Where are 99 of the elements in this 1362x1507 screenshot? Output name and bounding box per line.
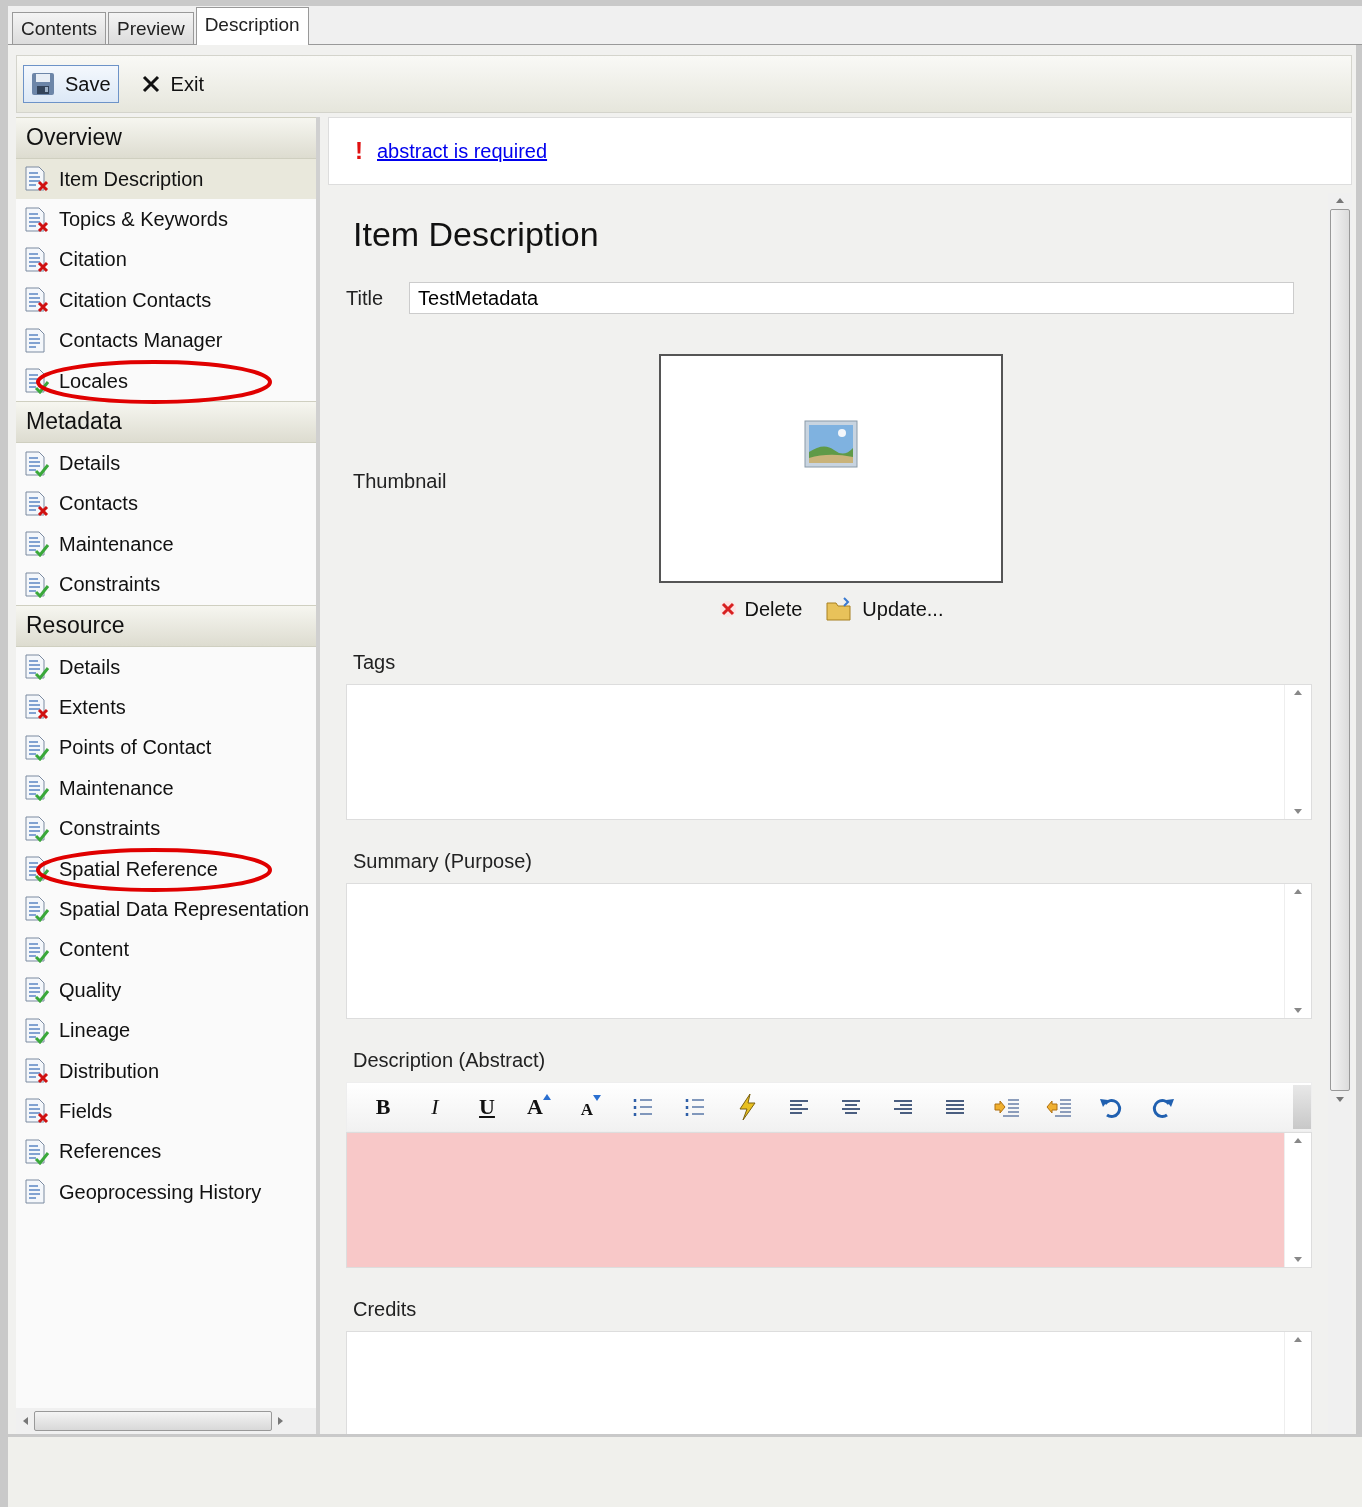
- down-arrow-icon[interactable]: [1294, 807, 1302, 815]
- tab[interactable]: Contents: [12, 12, 107, 44]
- up-arrow-icon[interactable]: [1294, 888, 1302, 896]
- caret-icon: [593, 1094, 602, 1101]
- document-check-icon: [24, 450, 50, 477]
- sidebar-item[interactable]: Distribution: [16, 1050, 316, 1092]
- toolbar-grip[interactable]: [1293, 1085, 1311, 1129]
- document-error-icon: [24, 490, 50, 517]
- up-arrow-icon[interactable]: [1336, 197, 1344, 205]
- left-arrow-icon[interactable]: [22, 1417, 30, 1425]
- bullet-list-icon: [633, 1096, 653, 1118]
- document-check-icon: [24, 654, 50, 681]
- sidebar-item[interactable]: Spatial Data Representation: [16, 889, 316, 930]
- sidebar-item[interactable]: Locales: [16, 360, 316, 402]
- align-center-icon: [840, 1097, 862, 1117]
- sidebar-item[interactable]: Content: [16, 929, 316, 971]
- sidebar-item[interactable]: Citation Contacts: [16, 280, 316, 321]
- error-link[interactable]: abstract is required: [377, 139, 548, 163]
- down-arrow-icon[interactable]: [1336, 1095, 1344, 1103]
- sidebar-item[interactable]: Item Description: [16, 159, 316, 200]
- document-check-icon: [24, 531, 50, 558]
- up-arrow-icon[interactable]: [1294, 1137, 1302, 1145]
- sidebar-item[interactable]: Lineage: [16, 1010, 316, 1051]
- italic-button[interactable]: I: [409, 1094, 461, 1120]
- document-check-icon: [24, 856, 50, 883]
- caret-icon: [542, 1094, 551, 1100]
- document-check-icon: [24, 815, 50, 842]
- sidebar-item[interactable]: Contacts Manager: [16, 320, 316, 361]
- document-error-icon: [24, 694, 50, 721]
- sidebar-item[interactable]: Points of Contact: [16, 727, 316, 769]
- section-header[interactable]: Metadata: [16, 401, 316, 444]
- outdent-icon: [1045, 1096, 1073, 1118]
- up-arrow-icon[interactable]: [1294, 689, 1302, 697]
- right-arrow-icon[interactable]: [276, 1417, 284, 1425]
- delete-button[interactable]: Delete: [718, 597, 803, 621]
- document-error-icon: [24, 287, 50, 314]
- document-check-icon: [24, 775, 50, 802]
- document-check-icon: [24, 936, 50, 963]
- sidebar-item[interactable]: Citation: [16, 239, 316, 281]
- document-error-icon: [24, 166, 50, 193]
- indent-icon: [993, 1096, 1021, 1118]
- field-label: Description (Abstract): [352, 1049, 547, 1072]
- exit-button[interactable]: Exit: [132, 65, 212, 103]
- bold-button[interactable]: B: [357, 1094, 409, 1120]
- sidebar-item[interactable]: Contacts: [16, 483, 316, 525]
- document-check-icon: [24, 1138, 50, 1165]
- field-label: Credits: [352, 1298, 418, 1321]
- error-icon: !: [355, 137, 363, 165]
- sidebar-item[interactable]: Fields: [16, 1091, 316, 1132]
- section-header[interactable]: Overview: [16, 117, 316, 159]
- sidebar-item[interactable]: Constraints: [16, 564, 316, 605]
- tab[interactable]: Preview: [108, 12, 194, 44]
- sidebar-item[interactable]: References: [16, 1131, 316, 1172]
- sidebar-item[interactable]: Topics & Keywords: [16, 199, 316, 240]
- redo-icon: [1151, 1096, 1175, 1118]
- document-check-icon: [24, 368, 50, 395]
- sidebar-item[interactable]: Geoprocessing History: [16, 1172, 316, 1213]
- horizontal-scrollbar[interactable]: [16, 1408, 316, 1434]
- save-button[interactable]: Save: [23, 65, 119, 103]
- sidebar-item[interactable]: Constraints: [16, 808, 316, 849]
- sidebar-item[interactable]: Extents: [16, 687, 316, 728]
- sidebar-item[interactable]: Maintenance: [16, 768, 316, 809]
- lightning-icon: [736, 1093, 758, 1121]
- underline-button[interactable]: U: [461, 1094, 513, 1120]
- down-arrow-icon[interactable]: [1294, 1255, 1302, 1263]
- document-check-icon: [24, 896, 50, 923]
- document-error-icon: [24, 246, 50, 273]
- title-field[interactable]: TestMetadata: [409, 282, 1294, 314]
- sidebar-item[interactable]: Spatial Reference: [16, 848, 316, 890]
- document-error-icon: [24, 1058, 50, 1084]
- document-check-icon: [24, 977, 50, 1004]
- document-check-icon: [24, 734, 50, 761]
- align-right-icon: [892, 1097, 914, 1117]
- grow-font-button[interactable]: A: [513, 1094, 565, 1120]
- sidebar-item[interactable]: Details: [16, 443, 316, 484]
- field-label: Thumbnail: [352, 470, 448, 493]
- numbered-list-icon: [685, 1096, 705, 1118]
- delete-icon: [718, 600, 737, 618]
- document-check-icon: [24, 571, 50, 598]
- sidebar-item[interactable]: Maintenance: [16, 524, 316, 565]
- document-error-icon: [24, 206, 50, 233]
- document-check-icon: [24, 1017, 50, 1044]
- field-label: Tags: [352, 651, 397, 674]
- up-arrow-icon[interactable]: [1294, 1336, 1302, 1344]
- sidebar-item[interactable]: Details: [16, 646, 316, 688]
- field-label: Summary (Purpose): [352, 850, 533, 873]
- field-label: Title: [346, 286, 384, 310]
- shrink-font-button[interactable]: A: [565, 1094, 617, 1120]
- sidebar-item[interactable]: Quality: [16, 970, 316, 1011]
- update-button[interactable]: Update...: [826, 597, 944, 621]
- undo-icon: [1099, 1096, 1123, 1118]
- align-left-icon: [788, 1097, 810, 1117]
- align-justify-icon: [944, 1097, 966, 1117]
- tab[interactable]: Description: [195, 7, 309, 45]
- close-icon: [140, 74, 161, 94]
- document-error-icon: [24, 1098, 50, 1125]
- down-arrow-icon[interactable]: [1294, 1006, 1302, 1014]
- section-header[interactable]: Resource: [16, 604, 316, 647]
- page-heading: Item Description: [353, 215, 600, 254]
